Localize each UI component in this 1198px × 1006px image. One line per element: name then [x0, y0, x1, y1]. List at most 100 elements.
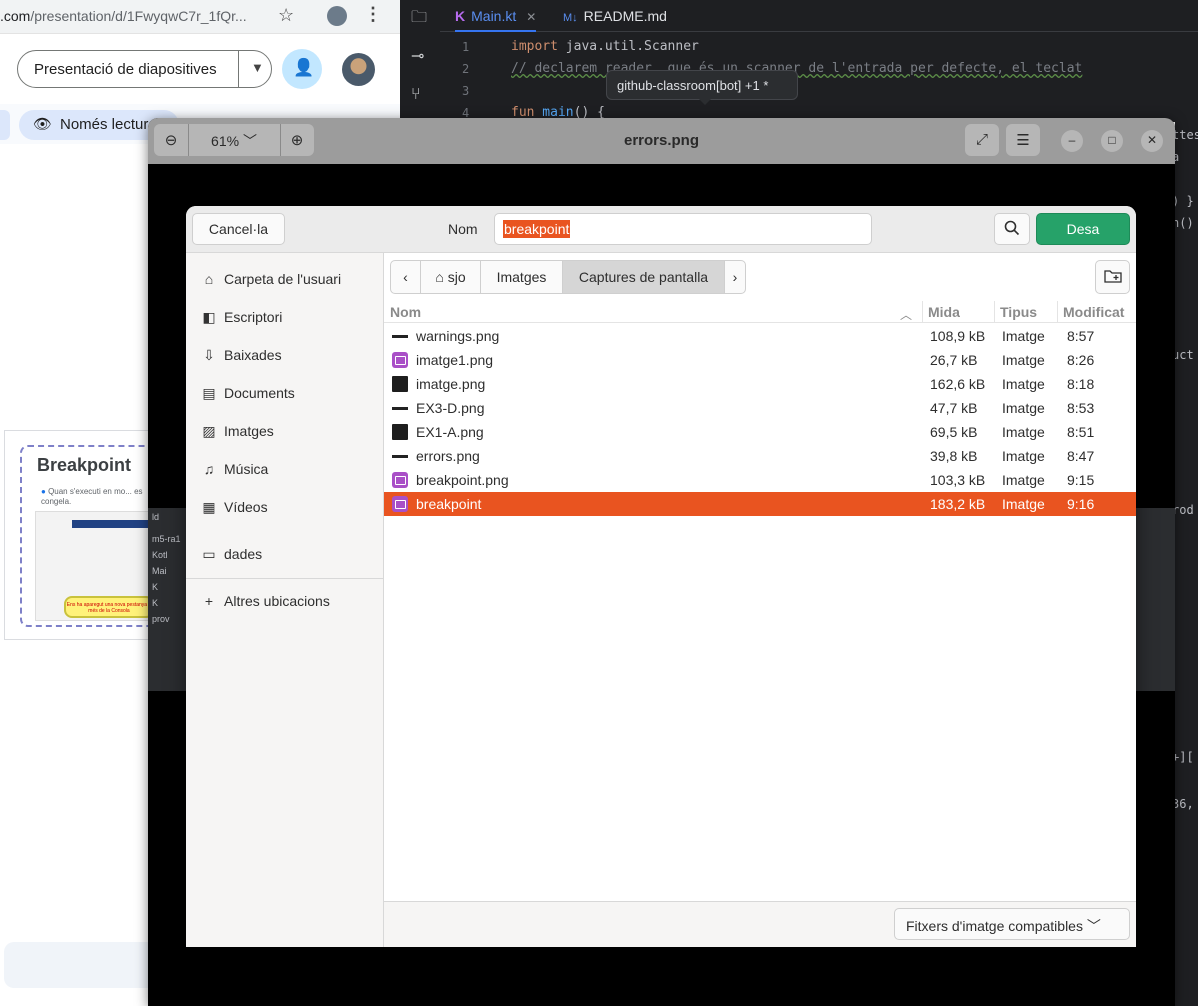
folder-icon: ▭: [202, 546, 216, 562]
sidebar-tab[interactable]: [0, 110, 10, 140]
address-bar[interactable]: .com/presentation/d/1FwyqwC7r_1fQr... ☆ …: [0, 0, 400, 34]
file-row[interactable]: EX1-A.png 69,5 kB Imatge 8:51: [384, 420, 1136, 444]
slide-thumbnail[interactable]: Breakpoint ● Quan s'executi en mo... es …: [4, 430, 160, 640]
path-segment-captures[interactable]: Captures de pantalla: [563, 261, 725, 293]
minimize-icon[interactable]: –: [1061, 130, 1083, 152]
file-modified: 9:16: [1067, 496, 1095, 512]
avatar[interactable]: [342, 53, 375, 86]
path-back-icon[interactable]: ‹: [391, 261, 421, 293]
file-type: Imatge: [1002, 328, 1045, 344]
column-divider: [994, 301, 995, 323]
profile-extension-icon[interactable]: [327, 6, 347, 26]
sidebar-item-downloads[interactable]: ⇩ Baixades: [186, 339, 383, 373]
share-button[interactable]: 👤: [282, 49, 322, 89]
folder-icon[interactable]: 🗀: [411, 6, 427, 33]
image-content: [1136, 508, 1175, 691]
cancel-button[interactable]: Cancel·la: [192, 213, 285, 245]
commit-icon[interactable]: ⊸: [411, 46, 424, 66]
file-type: Imatge: [1002, 424, 1045, 440]
pull-request-icon[interactable]: ⑂: [411, 86, 421, 104]
sidebar-item-home[interactable]: ⌂ Carpeta de l'usuari: [186, 263, 383, 297]
sidebar-item-music[interactable]: ♫ Música: [186, 453, 383, 487]
url-text[interactable]: .com/presentation/d/1FwyqwC7r_1fQr...: [0, 8, 247, 24]
search-icon: [1004, 220, 1020, 236]
callout-note: Ens ha aparegut una nova pestanya a més …: [64, 596, 154, 618]
more-menu-icon[interactable]: ⋮: [364, 4, 382, 25]
column-header-name[interactable]: Nom: [390, 304, 421, 320]
file-size: 39,8 kB: [930, 448, 978, 464]
image-text: prov: [152, 614, 170, 624]
tab-readme[interactable]: M↓ README.md: [563, 0, 667, 32]
file-row[interactable]: warnings.png 108,9 kB Imatge 8:57: [384, 324, 1136, 348]
close-icon[interactable]: ✕: [526, 10, 536, 24]
file-row[interactable]: EX3-D.png 47,7 kB Imatge 8:53: [384, 396, 1136, 420]
code-line[interactable]: import java.util.Scanner: [511, 39, 699, 54]
document-icon: ▤: [202, 385, 216, 401]
save-button[interactable]: Desa: [1036, 213, 1130, 245]
file-type-filter[interactable]: Fitxers d'imatge compatibles ﹀: [894, 908, 1130, 940]
file-name: breakpoint.png: [416, 472, 509, 488]
path-segment-imatges[interactable]: Imatges: [481, 261, 563, 293]
eye-icon: 👁: [33, 116, 53, 133]
sidebar-item-desktop[interactable]: ◧ Escriptori: [186, 301, 383, 335]
code-editor[interactable]: 1 2 3 4 import java.util.Scanner // decl…: [440, 32, 1198, 122]
zoom-out-icon[interactable]: ⊖: [154, 124, 188, 156]
slideshow-button[interactable]: Presentació de diapositives ▼: [17, 50, 272, 88]
file-type: Imatge: [1002, 496, 1045, 512]
file-list-header: Nom ︿ Mida Tipus Modificat: [384, 301, 1136, 323]
column-header-modified[interactable]: Modificat: [1063, 304, 1124, 320]
close-icon[interactable]: ✕: [1141, 130, 1163, 152]
slide-bullet: ● Quan s'executi en mo... es congela.: [41, 487, 143, 506]
image-file-icon: [392, 328, 408, 344]
editor-tabs: K Main.kt ✕ M↓ README.md: [440, 0, 1198, 32]
caret-down-icon[interactable]: ▼: [251, 60, 264, 75]
sidebar-item-dades[interactable]: ▭ dades: [186, 538, 383, 572]
file-row[interactable]: breakpoint.png 103,3 kB Imatge 9:15: [384, 468, 1136, 492]
image-text: Kotl: [152, 550, 168, 560]
file-size: 69,5 kB: [930, 424, 978, 440]
bookmark-star-icon[interactable]: ☆: [278, 5, 294, 26]
new-folder-button[interactable]: [1095, 260, 1130, 294]
sidebar-item-pictures[interactable]: ▨ Imatges: [186, 415, 383, 449]
tab-main-kt[interactable]: K Main.kt ✕: [455, 0, 537, 32]
file-name: warnings.png: [416, 328, 500, 344]
path-segment-home[interactable]: ⌂ sjo: [421, 261, 481, 293]
zoom-in-icon[interactable]: ⊕: [280, 124, 314, 156]
file-modified: 9:15: [1067, 472, 1095, 488]
file-row[interactable]: errors.png 39,8 kB Imatge 8:47: [384, 444, 1136, 468]
image-file-icon: [392, 424, 408, 440]
column-divider: [922, 301, 923, 323]
sidebar-item-label: Vídeos: [224, 499, 268, 515]
sort-ascending-icon[interactable]: ︿: [900, 306, 912, 323]
sidebar-item-other-locations[interactable]: + Altres ubicacions: [186, 585, 383, 619]
zoom-level[interactable]: 61% ﹀: [194, 131, 274, 151]
plus-icon: +: [204, 593, 214, 609]
search-button[interactable]: [994, 213, 1030, 245]
path-forward-icon[interactable]: ›: [725, 261, 745, 293]
places-sidebar: ⌂ Carpeta de l'usuari ◧ Escriptori ⇩ Baixad…: [186, 253, 384, 947]
file-size: 108,9 kB: [930, 328, 986, 344]
hamburger-menu-icon[interactable]: ☰: [1006, 124, 1040, 156]
file-row[interactable]: imatge.png 162,6 kB Imatge 8:18: [384, 372, 1136, 396]
url-domain: .com: [0, 8, 31, 24]
file-modified: 8:51: [1067, 424, 1095, 440]
url-path: /presentation/d/1FwyqwC7r_1fQr...: [30, 8, 247, 24]
zoom-controls: ⊖ 61% ﹀ ⊕: [154, 124, 314, 156]
code-fragment: +][: [1172, 750, 1194, 764]
column-header-type[interactable]: Tipus: [1000, 304, 1037, 320]
file-size: 183,2 kB: [930, 496, 986, 512]
code-fragment: 36,: [1172, 797, 1194, 811]
sidebar-item-videos[interactable]: ▦ Vídeos: [186, 491, 383, 525]
sidebar-item-documents[interactable]: ▤ Documents: [186, 377, 383, 411]
code-fragment: rod: [1172, 503, 1194, 517]
filename-input[interactable]: breakpoint: [494, 213, 872, 245]
file-size: 103,3 kB: [930, 472, 986, 488]
file-row[interactable]: breakpoint 183,2 kB Imatge 9:16: [384, 492, 1136, 516]
line-number: 1: [462, 40, 470, 54]
fullscreen-icon[interactable]: ⤢: [965, 124, 999, 156]
file-row[interactable]: imatge1.png 26,7 kB Imatge 8:26: [384, 348, 1136, 372]
image-file-icon: [392, 448, 408, 464]
file-size: 47,7 kB: [930, 400, 978, 416]
column-header-size[interactable]: Mida: [928, 304, 960, 320]
maximize-icon[interactable]: □: [1101, 130, 1123, 152]
